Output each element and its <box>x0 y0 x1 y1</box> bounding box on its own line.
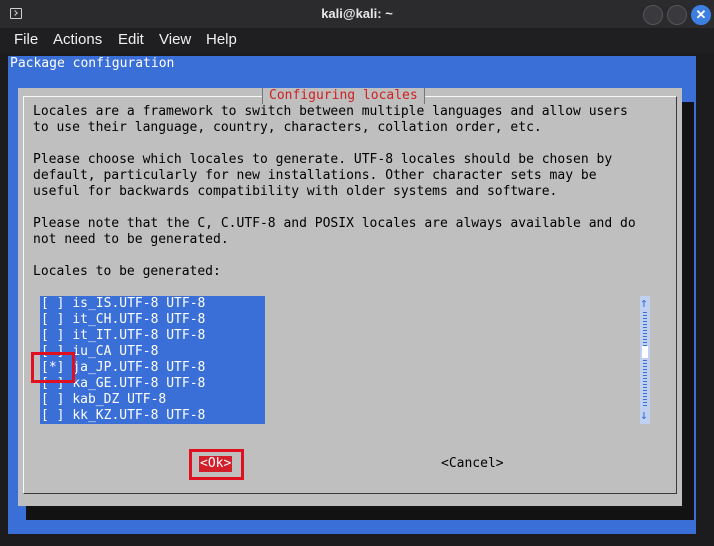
locales-list-label: Locales to be generated: <box>33 264 221 279</box>
minimize-button[interactable] <box>643 5 663 25</box>
description-line: Locales are a framework to switch betwee… <box>33 104 628 119</box>
locale-label: it_IT.UTF-8 UTF-8 <box>72 328 206 343</box>
locale-item[interactable]: [ ] it_IT.UTF-8 UTF-8 <box>41 328 205 344</box>
description-line: default, particularly for new installati… <box>33 168 597 183</box>
maximize-button[interactable] <box>667 5 687 25</box>
locale-checkbox[interactable]: [ ] <box>41 328 64 343</box>
locale-item[interactable]: [ ] kab_DZ UTF-8 <box>41 392 166 408</box>
locale-checkbox[interactable]: [ ] <box>41 296 64 311</box>
description-line: Please choose which locales to generate.… <box>33 152 613 167</box>
locale-label: is_IS.UTF-8 UTF-8 <box>72 296 206 311</box>
locale-label: kk_KZ.UTF-8 UTF-8 <box>72 408 206 423</box>
window-titlebar: kali@kali: ~ ✕ <box>0 0 714 28</box>
menu-help[interactable]: Help <box>206 31 237 48</box>
ok-button[interactable]: <Ok> <box>199 456 233 472</box>
scrollbar-thumb[interactable] <box>642 346 648 358</box>
menu-bar: File Actions Edit View Help <box>0 28 714 54</box>
close-button[interactable]: ✕ <box>691 5 711 25</box>
close-icon: ✕ <box>695 7 707 22</box>
locale-label: it_CH.UTF-8 UTF-8 <box>72 312 206 327</box>
description-line: not need to be generated. <box>33 232 229 247</box>
locale-label: kab_DZ UTF-8 <box>72 392 167 407</box>
locale-checkbox[interactable]: [ ] <box>41 392 64 407</box>
scroll-up-arrow-icon[interactable]: ↑ <box>640 296 648 312</box>
terminal-bottom-strip <box>8 534 696 546</box>
menu-file[interactable]: File <box>14 31 38 48</box>
locale-checkbox[interactable]: [ ] <box>41 312 64 327</box>
menu-actions[interactable]: Actions <box>53 31 102 48</box>
description-line: useful for backwards compatibility with … <box>33 184 558 199</box>
locale-item[interactable]: [ ] it_CH.UTF-8 UTF-8 <box>41 312 205 328</box>
scrollbar-track[interactable] <box>643 312 647 408</box>
cancel-button[interactable]: <Cancel> <box>441 456 504 472</box>
locale-label: ja_JP.UTF-8 UTF-8 <box>72 360 206 375</box>
description-line: Please note that the C, C.UTF-8 and POSI… <box>33 216 636 231</box>
menu-view[interactable]: View <box>159 31 191 48</box>
locale-item[interactable]: [ ] is_IS.UTF-8 UTF-8 <box>41 296 205 312</box>
locale-label: ka_GE.UTF-8 UTF-8 <box>72 376 206 391</box>
package-configuration-title: Package configuration <box>10 56 175 71</box>
description-line: to use their language, country, characte… <box>33 120 542 135</box>
menu-edit[interactable]: Edit <box>118 31 144 48</box>
dialog-title: Configuring locales <box>262 88 425 104</box>
window-title: kali@kali: ~ <box>321 6 393 21</box>
locale-label: iu_CA UTF-8 <box>72 344 159 359</box>
checkbox-highlight-box <box>31 352 75 383</box>
locale-item[interactable]: [ ] kk_KZ.UTF-8 UTF-8 <box>41 408 205 424</box>
locale-checkbox[interactable]: [ ] <box>41 408 64 423</box>
scroll-down-arrow-icon[interactable]: ↓ <box>640 408 648 424</box>
